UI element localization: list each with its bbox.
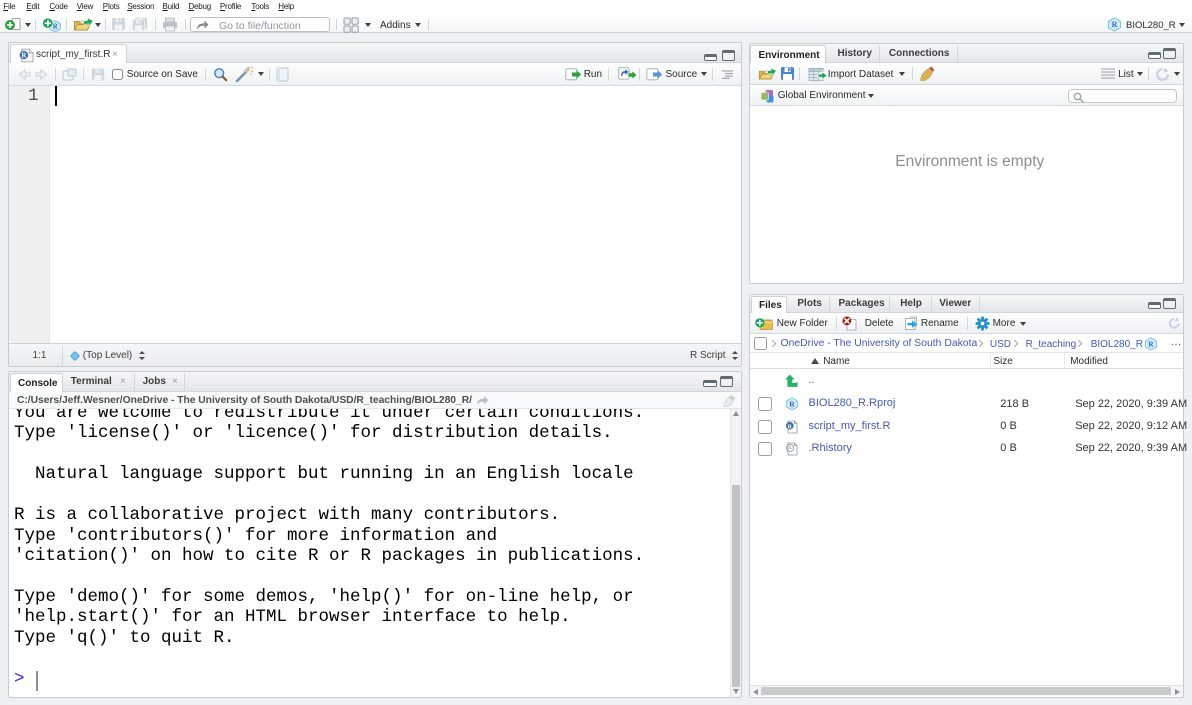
svg-text:R: R	[790, 400, 796, 409]
svg-text:R: R	[1148, 339, 1154, 348]
svg-text:R: R	[788, 424, 793, 430]
svg-text:R: R	[1112, 20, 1118, 29]
